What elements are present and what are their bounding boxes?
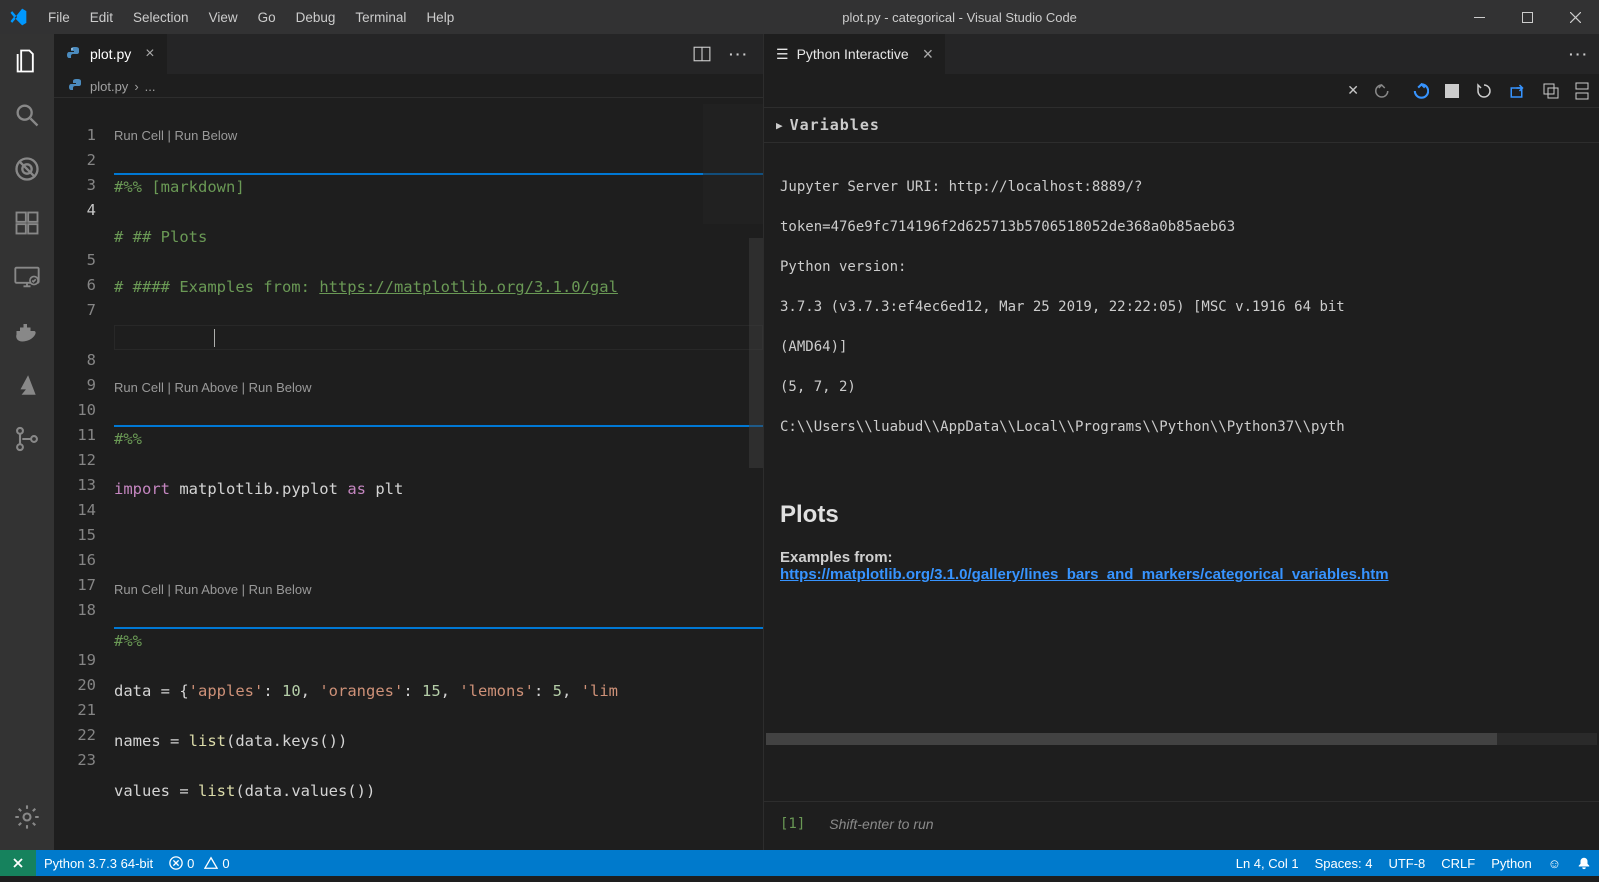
close-icon[interactable]: × (145, 45, 154, 63)
python-file-icon (66, 46, 82, 62)
interactive-toolbar: ✕ (764, 74, 1599, 108)
activity-bar (0, 34, 54, 850)
status-bar: Python 3.7.3 64-bit 0 0 Ln 4, Col 1 Spac… (0, 850, 1599, 876)
maximize-button[interactable] (1503, 0, 1551, 34)
menu-debug[interactable]: Debug (286, 4, 346, 31)
status-notifications-icon[interactable] (1569, 850, 1599, 876)
search-icon[interactable] (12, 100, 42, 130)
code-area[interactable]: Run Cell | Run Below #%% [markdown] # ##… (114, 98, 763, 850)
chevron-right-icon: ▶ (776, 119, 784, 132)
menu-file[interactable]: File (38, 4, 80, 31)
menu-selection[interactable]: Selection (123, 4, 199, 31)
editor-body[interactable]: 1 2 3 4 5 6 7 8 9 10 11 12 13 (54, 98, 763, 850)
tab-label: Python Interactive (797, 46, 909, 62)
status-problems[interactable]: 0 0 (161, 850, 237, 876)
breadcrumb-rest: ... (145, 79, 156, 94)
remote-explorer-icon[interactable] (12, 262, 42, 292)
expand-all-icon[interactable] (1543, 83, 1559, 99)
window-title: plot.py - categorical - Visual Studio Co… (464, 10, 1455, 25)
cancel-icon[interactable]: ✕ (1347, 82, 1359, 99)
menu-terminal[interactable]: Terminal (345, 4, 416, 31)
close-icon[interactable]: × (923, 44, 934, 65)
status-encoding[interactable]: UTF-8 (1380, 850, 1433, 876)
md-subtitle: Examples from: (780, 549, 893, 566)
interactive-input[interactable]: [1] Shift-enter to run (764, 801, 1599, 850)
minimap[interactable] (703, 104, 763, 224)
list-icon: ☰ (776, 46, 789, 63)
tab-python-interactive[interactable]: ☰ Python Interactive × (764, 34, 945, 74)
menu-go[interactable]: Go (248, 4, 286, 31)
variables-toggle[interactable]: ▶ Variables (764, 108, 1599, 143)
editor-pane: plot.py × ··· plot.py › ... (54, 34, 764, 850)
status-language[interactable]: Python (1483, 850, 1539, 876)
codelens-run-cell[interactable]: Run Cell | Run Above | Run Below (114, 577, 312, 602)
interactive-pane: ☰ Python Interactive × ··· ✕ (764, 34, 1599, 850)
menu-bar: File Edit Selection View Go Debug Termin… (38, 4, 464, 31)
docker-icon[interactable] (12, 316, 42, 346)
status-eol[interactable]: CRLF (1433, 850, 1483, 876)
debug-disabled-icon[interactable] (12, 154, 42, 184)
undo-icon[interactable] (1409, 81, 1429, 101)
line-number-gutter: 1 2 3 4 5 6 7 8 9 10 11 12 13 (54, 98, 114, 850)
vscode-icon (8, 7, 28, 27)
collapse-all-icon[interactable] (1575, 82, 1589, 100)
source-control-icon[interactable] (12, 424, 42, 454)
remote-indicator[interactable] (0, 850, 36, 876)
status-python-version[interactable]: Python 3.7.3 64-bit (36, 850, 161, 876)
explorer-icon[interactable] (12, 46, 42, 76)
python-file-icon (68, 78, 84, 94)
markdown-output: Plots Examples from: https://matplotlib.… (764, 477, 1599, 593)
md-link[interactable]: https://matplotlib.org/3.1.0/gallery/lin… (780, 566, 1389, 583)
codelens-run-cell[interactable]: Run Cell | Run Below (114, 123, 237, 148)
input-hint: Shift-enter to run (829, 816, 933, 832)
azure-icon[interactable] (12, 370, 42, 400)
variables-label: Variables (790, 116, 880, 134)
extensions-icon[interactable] (12, 208, 42, 238)
menu-view[interactable]: View (199, 4, 248, 31)
editor-tabs: plot.py × ··· (54, 34, 763, 74)
minimize-button[interactable] (1455, 0, 1503, 34)
redo-icon[interactable] (1375, 82, 1393, 100)
chevron-right-icon: › (134, 79, 138, 94)
more-actions-icon[interactable]: ··· (729, 46, 749, 62)
interactive-tabs: ☰ Python Interactive × ··· (764, 34, 1599, 74)
status-feedback-icon[interactable]: ☺ (1540, 850, 1569, 876)
codelens-run-cell[interactable]: Run Cell | Run Above | Run Below (114, 375, 312, 400)
vertical-scrollbar[interactable] (749, 238, 763, 468)
input-prompt: [1] (780, 816, 805, 832)
titlebar: File Edit Selection View Go Debug Termin… (0, 0, 1599, 34)
more-actions-icon[interactable]: ··· (1569, 46, 1589, 62)
breadcrumbs[interactable]: plot.py › ... (54, 74, 763, 98)
output-cell: Jupyter Server URI: http://localhost:888… (764, 143, 1599, 477)
status-cursor-position[interactable]: Ln 4, Col 1 (1228, 850, 1307, 876)
md-heading: Plots (780, 501, 1583, 529)
menu-help[interactable]: Help (416, 4, 464, 31)
menu-edit[interactable]: Edit (80, 4, 123, 31)
split-editor-icon[interactable] (693, 45, 711, 63)
export-icon[interactable] (1509, 82, 1527, 100)
close-button[interactable] (1551, 0, 1599, 34)
window-controls (1455, 0, 1599, 34)
text-cursor (214, 329, 215, 347)
status-indentation[interactable]: Spaces: 4 (1307, 850, 1381, 876)
tab-label: plot.py (90, 46, 131, 62)
restart-icon[interactable] (1475, 82, 1493, 100)
settings-icon[interactable] (12, 802, 42, 832)
horizontal-scrollbar[interactable] (766, 733, 1597, 745)
interrupt-icon[interactable] (1445, 84, 1459, 98)
tab-plot-py[interactable]: plot.py × (54, 34, 168, 74)
breadcrumb-file: plot.py (90, 79, 128, 94)
